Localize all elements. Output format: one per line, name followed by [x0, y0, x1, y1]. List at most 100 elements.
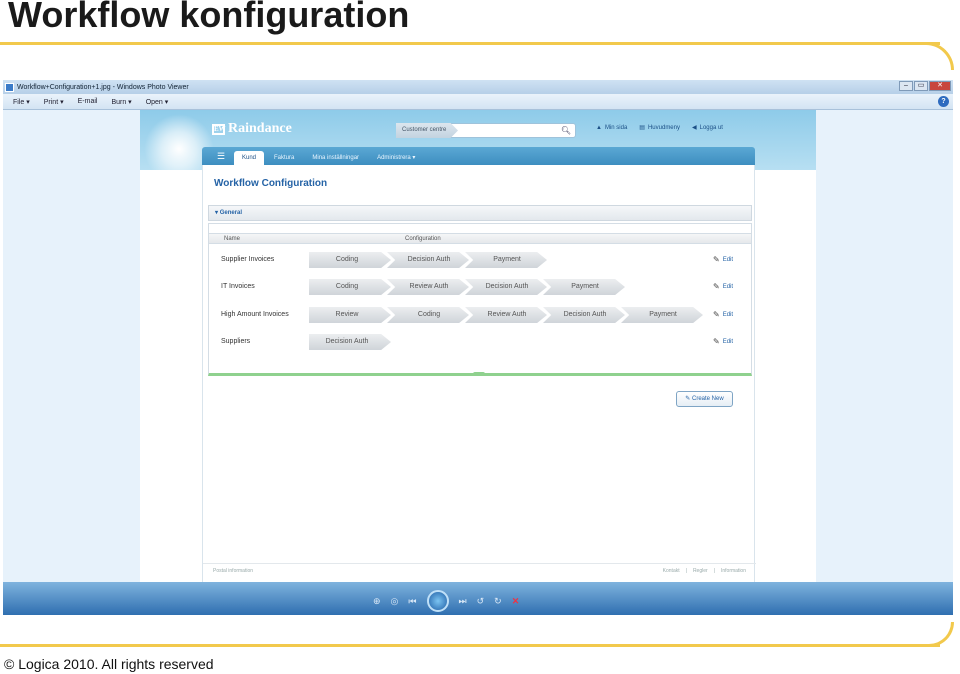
slideshow-button[interactable]: [426, 590, 449, 612]
close-button[interactable]: ✕: [929, 81, 951, 91]
pencil-icon: ✎: [713, 282, 720, 291]
footer-separator: |: [685, 568, 687, 574]
pencil-icon: ✎: [713, 310, 720, 319]
workflow-step: Coding: [387, 307, 469, 323]
edit-label: Edit: [722, 283, 734, 290]
link-logga-ut-label: Logga ut: [699, 124, 723, 131]
edit-label: Edit: [722, 338, 734, 345]
menu-bar: File ▾ Print ▾ E-mail Burn ▾ Open ▾ ?: [3, 94, 953, 110]
link-logga-ut[interactable]: ◀ Logga ut: [691, 124, 723, 132]
table-row: High Amount Invoices Review Coding Revie…: [209, 305, 751, 325]
top-divider-curve: [920, 42, 954, 70]
section-general-header[interactable]: ▾ General: [208, 205, 752, 221]
edit-link[interactable]: ✎ Edit: [713, 337, 733, 346]
column-configuration: Configuration: [405, 236, 441, 242]
create-new-label: Create New: [692, 396, 724, 402]
row-name: Supplier Invoices: [221, 256, 275, 263]
edit-label: Edit: [722, 311, 734, 318]
tab-faktura[interactable]: Faktura: [266, 151, 302, 165]
raindance-logo: EW Raindance: [212, 121, 292, 137]
bottom-divider-curve: [920, 622, 954, 647]
pencil-icon: ✎: [713, 337, 720, 346]
help-icon[interactable]: ?: [938, 96, 949, 107]
create-new-button[interactable]: ✎ Create New: [676, 391, 733, 407]
logo-mark-icon: EW: [212, 123, 226, 135]
footer-separator: |: [713, 568, 715, 574]
workflow-step: Payment: [543, 279, 625, 295]
delete-icon[interactable]: ✕: [512, 596, 520, 607]
menu-burn[interactable]: Burn ▾: [111, 98, 131, 106]
rotate-right-icon[interactable]: ↻: [494, 596, 502, 607]
link-huvudmeny[interactable]: ▤ Huvudmeny: [639, 124, 680, 132]
footer-information[interactable]: Information: [721, 568, 746, 574]
edit-link[interactable]: ✎ Edit: [713, 282, 733, 291]
viewer-control-bar: ⊕ ◎ ⏮ ⏭ ↺ ↻ ✕: [3, 582, 953, 615]
person-icon: ▲: [596, 124, 602, 131]
link-min-sida[interactable]: ▲ Min sida: [596, 124, 627, 131]
menu-email[interactable]: E-mail: [78, 98, 98, 105]
workflow-steps: Coding Review Auth Decision Auth Payment: [309, 279, 625, 295]
logo-text: Raindance: [228, 121, 292, 136]
workflow-step: Coding: [309, 279, 391, 295]
main-nav: ☰ Kund Faktura Mina inställningar Admini…: [202, 147, 755, 165]
tab-kund[interactable]: Kund: [234, 151, 265, 165]
window-controls: – ▭ ✕: [899, 81, 951, 91]
search-icon[interactable]: 🔍︎: [561, 126, 571, 135]
workflow-step: Coding: [309, 252, 391, 268]
footer-kontakt[interactable]: Kontakt: [663, 568, 680, 574]
minimize-button[interactable]: –: [899, 81, 913, 91]
row-name: High Amount Invoices: [221, 311, 289, 318]
content-panel: Workflow Configuration ▾ General Name Co…: [202, 165, 756, 582]
pencil-icon: ✎: [713, 255, 720, 264]
row-name: Suppliers: [221, 338, 251, 345]
link-huvudmeny-label: Huvudmeny: [647, 124, 680, 131]
menu-file[interactable]: File ▾: [13, 98, 30, 106]
workflow-steps: Decision Auth: [309, 334, 391, 350]
search-label: Customer centre: [396, 123, 458, 138]
workflow-step: Decision Auth: [465, 279, 547, 295]
row-name: IT Invoices: [221, 283, 255, 290]
table-header: Name Configuration: [209, 233, 751, 244]
edit-link[interactable]: ✎ Edit: [713, 310, 733, 319]
workflow-step: Review: [309, 307, 391, 323]
menu-open[interactable]: Open ▾: [146, 98, 169, 106]
slide-title: Workflow konfiguration: [8, 0, 410, 35]
next-icon[interactable]: ⏭: [459, 596, 467, 607]
section-title: General: [219, 210, 243, 216]
photo-viewer-window: Workflow+Configuration+1.jpg - Windows P…: [3, 80, 953, 615]
edit-label: Edit: [722, 256, 734, 263]
app-header: EW Raindance Customer centre 🔍︎ ▲ Min sid…: [140, 110, 816, 184]
link-min-sida-label: Min sida: [604, 124, 628, 131]
tab-mina-installningar[interactable]: Mina inställningar: [304, 151, 367, 165]
header-links: ▲ Min sida ▤ Huvudmeny ◀ Logga ut: [596, 124, 723, 132]
search-input[interactable]: Customer centre 🔍︎: [396, 123, 576, 138]
raindance-page: EW Raindance Customer centre 🔍︎ ▲ Min sid…: [140, 110, 816, 582]
workflow-step: Review Auth: [465, 307, 547, 323]
footer-regler[interactable]: Regler: [693, 568, 708, 574]
maximize-button[interactable]: ▭: [914, 81, 928, 91]
top-divider: [0, 42, 940, 45]
fit-icon[interactable]: ◎: [391, 596, 399, 607]
workflow-step: Payment: [465, 252, 547, 268]
page-title: Workflow Configuration: [214, 178, 328, 189]
collapse-arrow-icon: ▾: [215, 210, 219, 216]
grid-resize-handle[interactable]: [473, 372, 485, 376]
pencil-icon: ✎: [685, 396, 691, 402]
viewer-controls: ⊕ ◎ ⏮ ⏭ ↺ ↻ ✕: [373, 590, 519, 612]
workflow-step: Decision Auth: [309, 334, 391, 350]
menu-icon: ▤: [639, 125, 645, 131]
previous-icon[interactable]: ⏮: [408, 596, 416, 607]
table-row: Supplier Invoices Coding Decision Auth P…: [209, 250, 751, 270]
copyright-notice: © Logica 2010. All rights reserved: [4, 656, 214, 672]
zoom-icon[interactable]: ⊕: [373, 596, 381, 607]
tab-administrera[interactable]: Administrera ▾: [369, 151, 423, 165]
logout-icon: ◀: [691, 125, 697, 131]
workflow-step: Review Auth: [387, 279, 469, 295]
workflow-step: Payment: [621, 307, 703, 323]
table-row: Suppliers Decision Auth ✎ Edit: [209, 332, 751, 352]
footer-postal[interactable]: Postal information: [213, 568, 253, 574]
menu-print[interactable]: Print ▾: [44, 98, 64, 106]
rotate-left-icon[interactable]: ↺: [477, 596, 485, 607]
settings-sliders-icon[interactable]: ☰: [210, 149, 232, 165]
edit-link[interactable]: ✎ Edit: [713, 255, 733, 264]
